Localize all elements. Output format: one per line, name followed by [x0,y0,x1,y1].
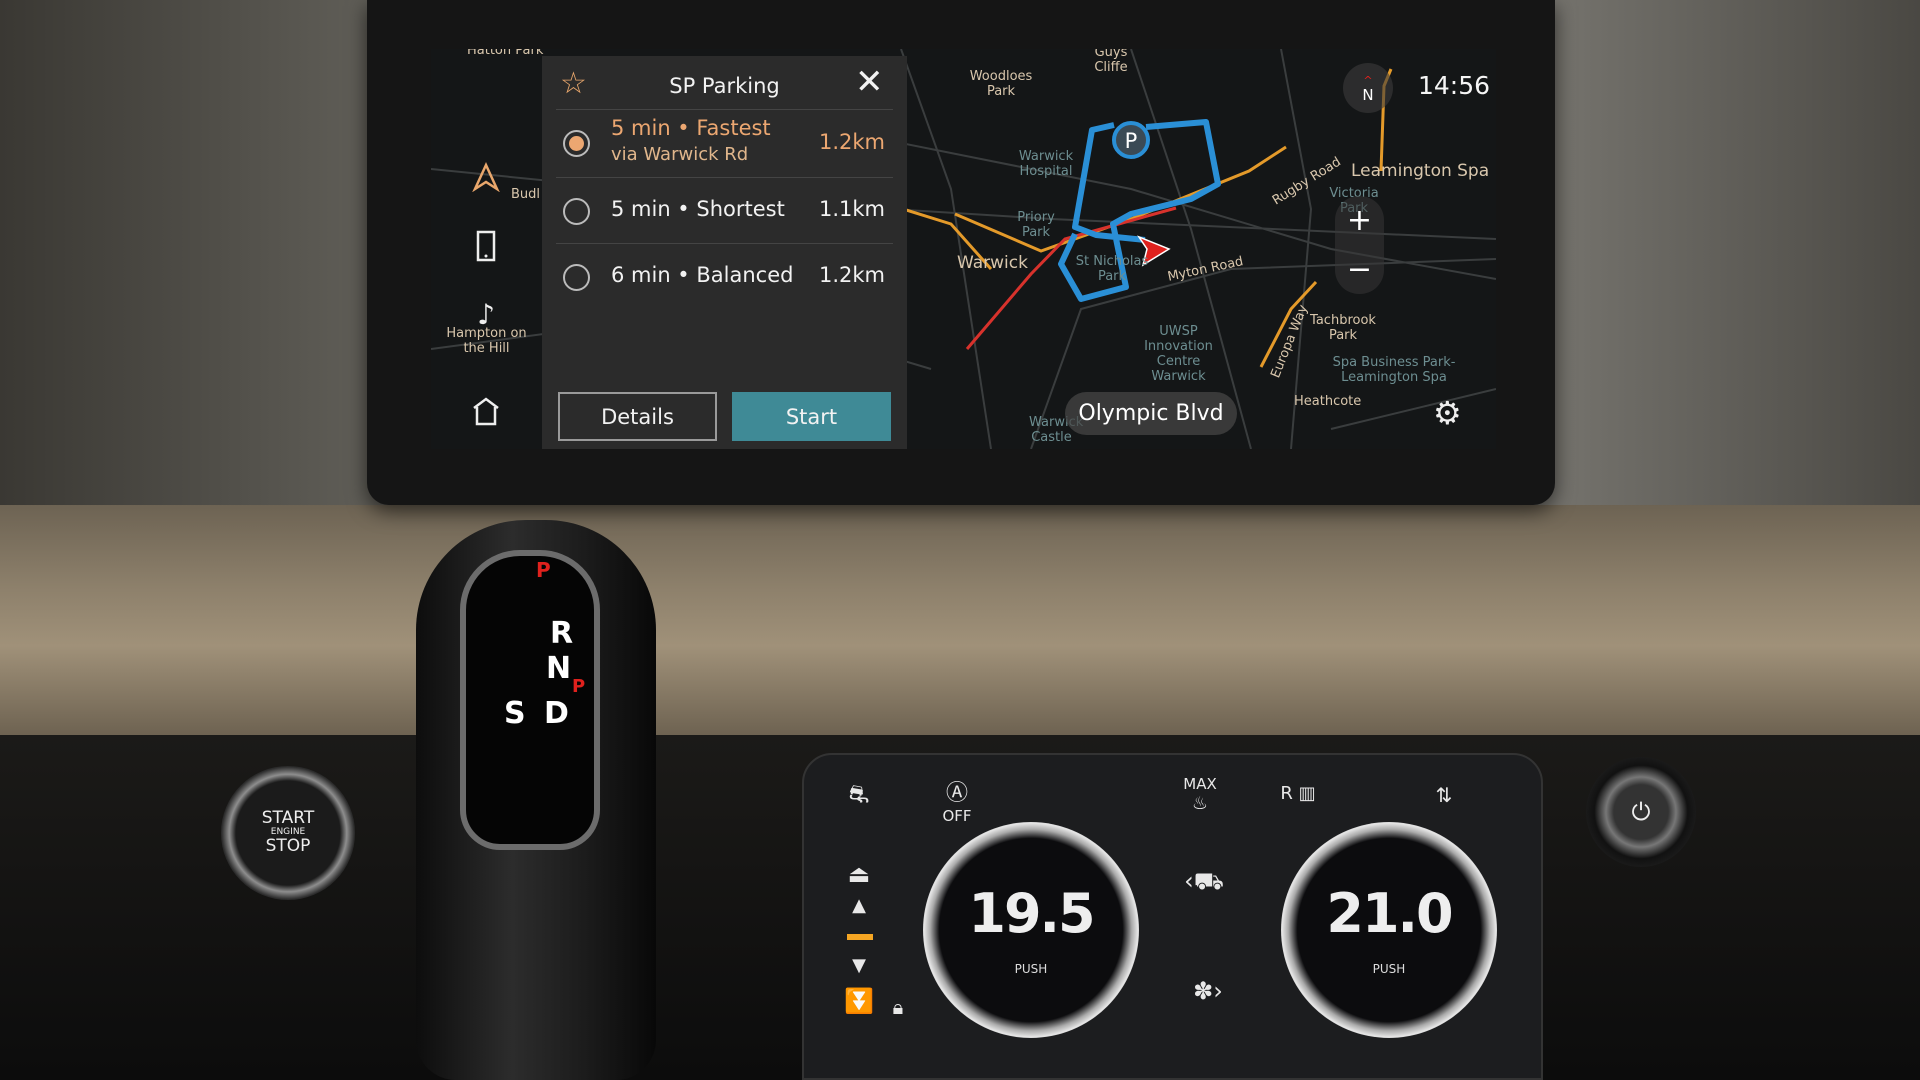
close-icon[interactable]: ✕ [855,62,884,102]
route-label: 5 min • Shortest [611,197,785,221]
route-option-fastest[interactable]: 5 min • Fastest via Warwick Rd 1.2km [556,109,893,177]
zoom-controls: + − [1335,196,1384,294]
map-label: Tachbrook Park [1310,313,1376,343]
right-temperature: 21.0 [1326,882,1453,945]
navigation-icon[interactable] [466,157,506,197]
zoom-out-icon[interactable]: − [1335,245,1384,294]
fan-icon[interactable]: ✽› [1178,977,1238,1005]
push-label: PUSH [1014,962,1048,976]
gear-park: P [536,558,551,582]
right-temperature-dial[interactable]: 21.0 PUSH [1281,822,1497,1038]
left-temperature-dial[interactable]: 19.5 PUSH [923,822,1139,1038]
route-distance: 1.2km [818,130,885,154]
map-label: Warwick Hospital [1018,149,1074,179]
route-option-balanced[interactable]: 6 min • Balanced 1.2km [556,243,893,309]
current-street: Olympic Blvd [1065,392,1237,435]
home-icon[interactable] [466,391,506,431]
settings-gear-icon[interactable]: ⚙ [1433,394,1462,432]
left-temperature: 19.5 [968,882,1095,945]
terrain-response-icon[interactable]: ⛐ [829,780,889,811]
dashboard-trim [0,505,1920,740]
map-label: Spa Business Park-Leamington Spa [1332,355,1456,385]
stop-label: STOP [265,836,311,856]
defrost-icon: ♨ [1191,793,1209,814]
map-label: Warwick [957,253,1028,273]
start-label: START [261,808,315,828]
map-label: Priory Park [1017,210,1055,240]
clock: 14:56 [1418,71,1491,100]
route-options-panel: ☆ SP Parking ✕ 5 min • Fastest via Warwi… [542,56,907,449]
map-label: St Nicholas Park [1075,254,1149,284]
radio[interactable] [563,198,590,225]
max-label: MAX [1183,775,1217,793]
level-indicator [847,934,873,940]
power-icon[interactable]: ⏻ [1586,757,1696,867]
infotainment-screen: P Hatton Park Budl Hampton on the Hill G… [431,49,1496,449]
compass-label: N [1362,86,1374,104]
gear-drive: D [544,696,569,731]
map-label: Leamington Spa [1351,161,1490,181]
compass-button[interactable]: ^ N [1343,63,1393,113]
parking-marker-label: P [1125,129,1138,153]
radio[interactable] [563,264,590,291]
start-button[interactable]: Start [732,392,891,441]
down-arrow-icon[interactable]: ▼ [829,955,889,976]
gear-neutral: N [546,651,572,686]
map-label: UWSP Innovation Centre Warwick [1144,324,1213,384]
route-via: via Warwick Rd [611,144,749,165]
details-button[interactable]: Details [558,392,717,441]
radio-selected[interactable] [563,130,590,157]
seat-up-icon[interactable]: ⏏ [829,860,889,888]
gear-sport: S [504,696,526,731]
route-distance: 1.2km [818,263,885,287]
auto-icon: Ⓐ [945,781,968,806]
destination-title: SP Parking [669,74,780,98]
lock-icon[interactable]: 🔒︎ [868,995,928,1019]
auto-off-label: OFF [942,807,972,825]
start-stop-button[interactable]: START ENGINE STOP [221,766,355,900]
gear-display: P R N D S P [460,550,600,850]
map-label: Heathcote [1294,394,1362,409]
recirculation-icon[interactable]: ‹⛟ [1174,867,1234,898]
phone-icon[interactable] [466,226,506,266]
max-defrost-button[interactable]: MAX ♨ [1170,775,1230,814]
map-label: Woodloes Park [969,69,1033,99]
parking-marker[interactable]: P [1112,121,1150,159]
gear-indicator: P [572,676,586,697]
route-distance: 1.1km [818,197,885,221]
rear-label: R [1280,783,1293,804]
up-arrow-icon[interactable]: ▲ [829,895,889,916]
map-label: Guys Cliffe [1094,49,1128,75]
rear-defrost-button[interactable]: R ▥ [1268,783,1328,804]
push-label: PUSH [1372,962,1406,976]
rear-defrost-icon: ▥ [1298,783,1316,804]
route-label: 6 min • Balanced [611,263,794,287]
climate-panel: ⛐ Ⓐ OFF MAX ♨ R ▥ ⇅ ⏏ ▲ ▼ ⏬ 🔒︎ ‹⛟ ✽› 19.5 … [802,753,1543,1080]
side-rail: ♪ [431,49,542,449]
route-option-shortest[interactable]: 5 min • Shortest 1.1km [556,177,893,243]
air-distribution-icon[interactable]: ⇅ [1414,783,1474,807]
auto-off-button[interactable]: Ⓐ OFF [927,775,987,825]
gear-reverse: R [550,616,574,651]
zoom-in-icon[interactable]: + [1335,196,1384,245]
route-label: 5 min • Fastest [611,116,771,140]
music-icon[interactable]: ♪ [466,294,506,334]
